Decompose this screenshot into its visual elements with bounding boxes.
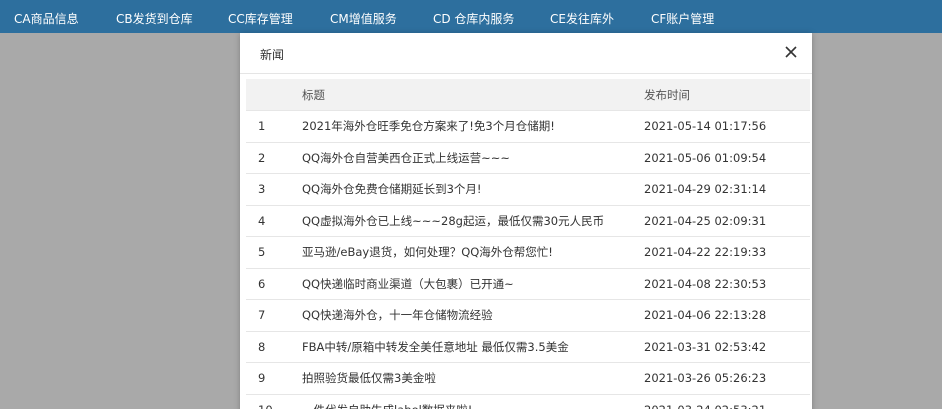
news-table: 标题 发布时间 1 2021年海外仓旺季免仓方案来了!免3个月仓储期! 2021-0… [246, 79, 810, 409]
news-title-link[interactable]: QQ海外仓免费仓储期延长到3个月! [290, 173, 632, 206]
publish-time: 2021-05-14 01:17:56 [632, 110, 810, 143]
table-row[interactable]: 9 拍照验货最低仅需3美金啦 2021-03-26 05:26:23 [246, 362, 810, 395]
news-title-link[interactable]: QQ快递临时商业渠道（大包裹）已开通~ [290, 268, 632, 300]
row-index: 10 [246, 394, 290, 409]
news-title-link[interactable]: 拍照验货最低仅需3美金啦 [290, 362, 632, 395]
nav-item-cb-ship-to-warehouse[interactable]: CB发货到仓库 [116, 10, 193, 27]
news-table-container: 标题 发布时间 1 2021年海外仓旺季免仓方案来了!免3个月仓储期! 2021-0… [246, 79, 810, 409]
publish-time: 2021-04-29 02:31:14 [632, 173, 810, 206]
row-index: 4 [246, 205, 290, 237]
news-dialog: 新闻 标题 发布时间 1 2021年海外仓旺季免仓方案来了!免3个月仓储期! 2… [240, 33, 812, 409]
dialog-title: 新闻 [260, 48, 285, 62]
nav-item-ca-product-info[interactable]: CA商品信息 [14, 10, 79, 27]
news-title-link[interactable]: 一件代发自助生成label数据来啦! [290, 394, 632, 409]
row-index: 3 [246, 173, 290, 206]
publish-time: 2021-03-31 02:53:42 [632, 331, 810, 363]
column-header-index [246, 79, 290, 111]
row-index: 9 [246, 362, 290, 395]
publish-time: 2021-03-24 02:53:21 [632, 394, 810, 409]
close-icon [785, 46, 797, 58]
row-index: 7 [246, 299, 290, 332]
news-title-link[interactable]: 亚马逊/eBay退货，如何处理？QQ海外仓帮您忙! [290, 236, 632, 269]
news-title-link[interactable]: 2021年海外仓旺季免仓方案来了!免3个月仓储期! [290, 110, 632, 143]
row-index: 5 [246, 236, 290, 269]
table-row[interactable]: 6 QQ快递临时商业渠道（大包裹）已开通~ 2021-04-08 22:30:53 [246, 268, 810, 300]
nav-item-ce-ship-outbound[interactable]: CE发往库外 [550, 10, 614, 27]
close-button[interactable] [782, 43, 800, 61]
publish-time: 2021-04-06 22:13:28 [632, 299, 810, 332]
row-index: 8 [246, 331, 290, 363]
table-row[interactable]: 3 QQ海外仓免费仓储期延长到3个月! 2021-04-29 02:31:14 [246, 173, 810, 206]
nav-item-cm-value-added-services[interactable]: CM增值服务 [330, 10, 397, 27]
news-title-link[interactable]: QQ虚拟海外仓已上线~~~28g起运，最低仅需30元人民币 [290, 205, 632, 237]
column-header-title: 标题 [290, 79, 632, 111]
publish-time: 2021-03-26 05:26:23 [632, 362, 810, 395]
news-table-body: 1 2021年海外仓旺季免仓方案来了!免3个月仓储期! 2021-05-14 01:… [246, 110, 810, 409]
row-index: 6 [246, 268, 290, 300]
table-header-row: 标题 发布时间 [246, 79, 810, 111]
nav-item-cf-account-management[interactable]: CF账户管理 [651, 10, 714, 27]
table-row[interactable]: 2 QQ海外仓自营美西仓正式上线运营~~~ 2021-05-06 01:09:54 [246, 142, 810, 174]
table-row[interactable]: 10一件代发自助生成label数据来啦!2021-03-24 02:53:21 [246, 394, 810, 409]
row-index: 2 [246, 142, 290, 174]
nav-item-cd-in-warehouse-services[interactable]: CD 仓库内服务 [433, 10, 514, 27]
news-title-link[interactable]: QQ快递海外仓，十一年仓储物流经验 [290, 299, 632, 332]
table-row[interactable]: 5 亚马逊/eBay退货，如何处理？QQ海外仓帮您忙! 2021-04-22 22:… [246, 236, 810, 269]
publish-time: 2021-04-22 22:19:33 [632, 236, 810, 269]
top-navigation-bar: CA商品信息 CB发货到仓库 CC库存管理 CM增值服务 CD 仓库内服务 CE… [0, 0, 942, 33]
news-title-link[interactable]: FBA中转/原箱中转发全美任意地址 最低仅需3.5美金 [290, 331, 632, 363]
table-row[interactable]: 7 QQ快递海外仓，十一年仓储物流经验 2021-04-06 22:13:28 [246, 299, 810, 332]
publish-time: 2021-05-06 01:09:54 [632, 142, 810, 174]
nav-item-cc-inventory-management[interactable]: CC库存管理 [228, 10, 293, 27]
publish-time: 2021-04-08 22:30:53 [632, 268, 810, 300]
news-title-link[interactable]: QQ海外仓自营美西仓正式上线运营~~~ [290, 142, 632, 174]
row-index: 1 [246, 110, 290, 143]
page: CA商品信息 CB发货到仓库 CC库存管理 CM增值服务 CD 仓库内服务 CE… [0, 0, 942, 409]
column-header-publish-time: 发布时间 [632, 79, 810, 111]
publish-time: 2021-04-25 02:09:31 [632, 205, 810, 237]
dialog-header: 新闻 [240, 33, 812, 74]
table-row[interactable]: 8 FBA中转/原箱中转发全美任意地址 最低仅需3.5美金 2021-03-31 0… [246, 331, 810, 363]
table-row[interactable]: 1 2021年海外仓旺季免仓方案来了!免3个月仓储期! 2021-05-14 01:… [246, 110, 810, 143]
table-row[interactable]: 4 QQ虚拟海外仓已上线~~~28g起运，最低仅需30元人民币 2021-04-25… [246, 205, 810, 237]
